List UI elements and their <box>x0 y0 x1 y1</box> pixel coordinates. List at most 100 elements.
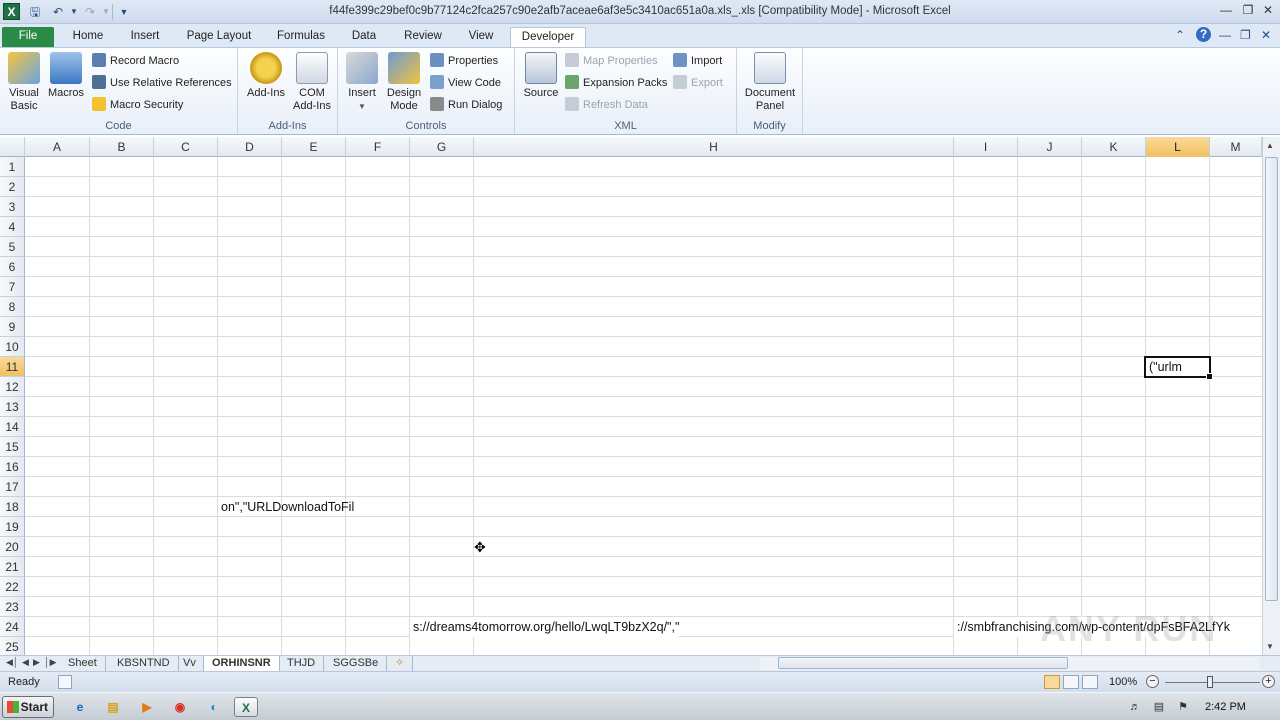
row-header-1[interactable]: 1 <box>0 157 25 177</box>
column-header-l[interactable]: L <box>1146 137 1210 157</box>
sheet-tab-orhinsnr[interactable]: ORHINSNR <box>203 656 280 671</box>
chrome-icon[interactable]: ◉ <box>168 697 192 717</box>
horizontal-scroll-thumb[interactable] <box>778 657 1068 669</box>
zoom-out-icon[interactable]: − <box>1146 675 1159 688</box>
taskbar-clock[interactable]: 2:42 PM <box>1205 701 1246 713</box>
help-icon[interactable]: ? <box>1196 27 1211 42</box>
insert-control-button[interactable]: Insert ▼ <box>344 52 380 113</box>
column-header-g[interactable]: G <box>410 137 474 157</box>
row-header-3[interactable]: 3 <box>0 197 25 217</box>
properties-button[interactable]: Properties <box>430 52 498 70</box>
row-header-13[interactable]: 13 <box>0 397 25 417</box>
macros-button[interactable]: Macros <box>46 52 86 100</box>
workbook-minimize-icon[interactable]: — <box>1219 28 1231 42</box>
vertical-scrollbar[interactable]: ▲ ▼ <box>1262 137 1280 655</box>
scroll-down-icon[interactable]: ▼ <box>1266 642 1274 651</box>
column-header-j[interactable]: J <box>1018 137 1082 157</box>
sheet-tab-sheet[interactable]: Sheet <box>60 656 106 671</box>
source-button[interactable]: Source <box>521 52 561 100</box>
row-header-15[interactable]: 15 <box>0 437 25 457</box>
macro-security-button[interactable]: Macro Security <box>92 96 183 114</box>
normal-view-button[interactable] <box>1044 675 1060 689</box>
column-header-b[interactable]: B <box>90 137 154 157</box>
network-icon[interactable]: ▤ <box>1152 700 1166 714</box>
close-button[interactable]: ✕ <box>1257 3 1279 19</box>
row-header-18[interactable]: 18 <box>0 497 25 517</box>
start-button[interactable]: Start <box>2 696 54 718</box>
record-macro-button[interactable]: Record Macro <box>92 52 179 70</box>
row-header-25[interactable]: 25 <box>0 637 25 655</box>
last-sheet-icon[interactable]: │▶ <box>44 657 57 668</box>
next-sheet-icon[interactable]: ▶ <box>33 657 40 668</box>
tab-data[interactable]: Data <box>340 27 388 48</box>
expansion-packs-button[interactable]: Expansion Packs <box>565 74 667 92</box>
media-player-icon[interactable]: ▶ <box>135 697 159 717</box>
workbook-close-icon[interactable]: ✕ <box>1261 28 1271 42</box>
row-header-4[interactable]: 4 <box>0 217 25 237</box>
import-button[interactable]: Import <box>673 52 722 70</box>
action-center-flag-icon[interactable]: ⚑ <box>1176 700 1190 714</box>
row-header-23[interactable]: 23 <box>0 597 25 617</box>
page-layout-view-button[interactable] <box>1063 675 1079 689</box>
tab-home[interactable]: Home <box>62 27 114 48</box>
row-header-16[interactable]: 16 <box>0 457 25 477</box>
row-header-7[interactable]: 7 <box>0 277 25 297</box>
column-header-i[interactable]: I <box>954 137 1018 157</box>
tab-formulas[interactable]: Formulas <box>268 27 334 48</box>
row-header-12[interactable]: 12 <box>0 377 25 397</box>
tab-page-layout[interactable]: Page Layout <box>178 27 260 48</box>
zoom-level[interactable]: 100% <box>1109 676 1137 688</box>
edge-icon[interactable]: ◐ <box>202 697 226 717</box>
document-panel-button[interactable]: Document Panel <box>741 52 799 113</box>
first-sheet-icon[interactable]: ◀│ <box>6 657 19 668</box>
select-all-corner[interactable] <box>0 137 25 157</box>
row-header-20[interactable]: 20 <box>0 537 25 557</box>
column-header-d[interactable]: D <box>218 137 282 157</box>
internet-explorer-icon[interactable]: e <box>68 697 92 717</box>
row-header-11[interactable]: 11 <box>0 357 25 377</box>
row-header-14[interactable]: 14 <box>0 417 25 437</box>
column-header-e[interactable]: E <box>282 137 346 157</box>
relative-references-button[interactable]: Use Relative References <box>92 74 232 92</box>
design-mode-button[interactable]: Design Mode <box>384 52 424 113</box>
row-header-21[interactable]: 21 <box>0 557 25 577</box>
zoom-slider-knob[interactable] <box>1207 676 1213 688</box>
excel-taskbar-icon[interactable]: X <box>234 697 258 717</box>
visual-basic-button[interactable]: Visual Basic <box>4 52 44 113</box>
vertical-scroll-thumb[interactable] <box>1265 157 1278 601</box>
minimize-ribbon-icon[interactable]: ⌃ <box>1175 28 1185 42</box>
row-header-17[interactable]: 17 <box>0 477 25 497</box>
row-header-22[interactable]: 22 <box>0 577 25 597</box>
cell-d18[interactable]: on","URLDownloadToFil <box>218 497 354 517</box>
row-header-9[interactable]: 9 <box>0 317 25 337</box>
sheet-tab-kbsntnd[interactable]: KBSNTND <box>109 656 179 671</box>
macro-record-status-icon[interactable] <box>58 675 72 689</box>
tab-insert[interactable]: Insert <box>120 27 170 48</box>
column-header-m[interactable]: M <box>1210 137 1262 157</box>
zoom-in-icon[interactable]: + <box>1262 675 1275 688</box>
cell-g24[interactable]: s://dreams4tomorrow.org/hello/LwqLT9bzX2… <box>410 617 680 637</box>
add-ins-button[interactable]: Add-Ins <box>244 52 288 100</box>
sheet-tab-sggsbe[interactable]: SGGSBe <box>325 656 388 671</box>
row-header-2[interactable]: 2 <box>0 177 25 197</box>
worksheet-grid[interactable]: 1 2 3 4 5 6 7 8 9 10 11 12 13 14 15 16 1… <box>0 157 1262 655</box>
tab-file[interactable]: File <box>2 27 54 48</box>
tab-developer[interactable]: Developer <box>510 27 586 48</box>
insert-sheet-icon[interactable]: ✧ <box>387 656 414 671</box>
column-header-f[interactable]: F <box>346 137 410 157</box>
tab-review[interactable]: Review <box>396 27 450 48</box>
row-header-19[interactable]: 19 <box>0 517 25 537</box>
row-header-8[interactable]: 8 <box>0 297 25 317</box>
export-button[interactable]: Export <box>673 74 723 92</box>
volume-icon[interactable]: ♬ <box>1128 700 1142 714</box>
prev-sheet-icon[interactable]: ◀ <box>22 657 29 668</box>
page-break-view-button[interactable] <box>1082 675 1098 689</box>
view-code-button[interactable]: View Code <box>430 74 501 92</box>
restore-button[interactable]: ❐ <box>1237 3 1259 19</box>
map-properties-button[interactable]: Map Properties <box>565 52 658 70</box>
run-dialog-button[interactable]: Run Dialog <box>430 96 502 114</box>
horizontal-scrollbar[interactable] <box>760 657 1260 670</box>
row-header-5[interactable]: 5 <box>0 237 25 257</box>
column-header-h[interactable]: H <box>474 137 954 157</box>
row-header-10[interactable]: 10 <box>0 337 25 357</box>
